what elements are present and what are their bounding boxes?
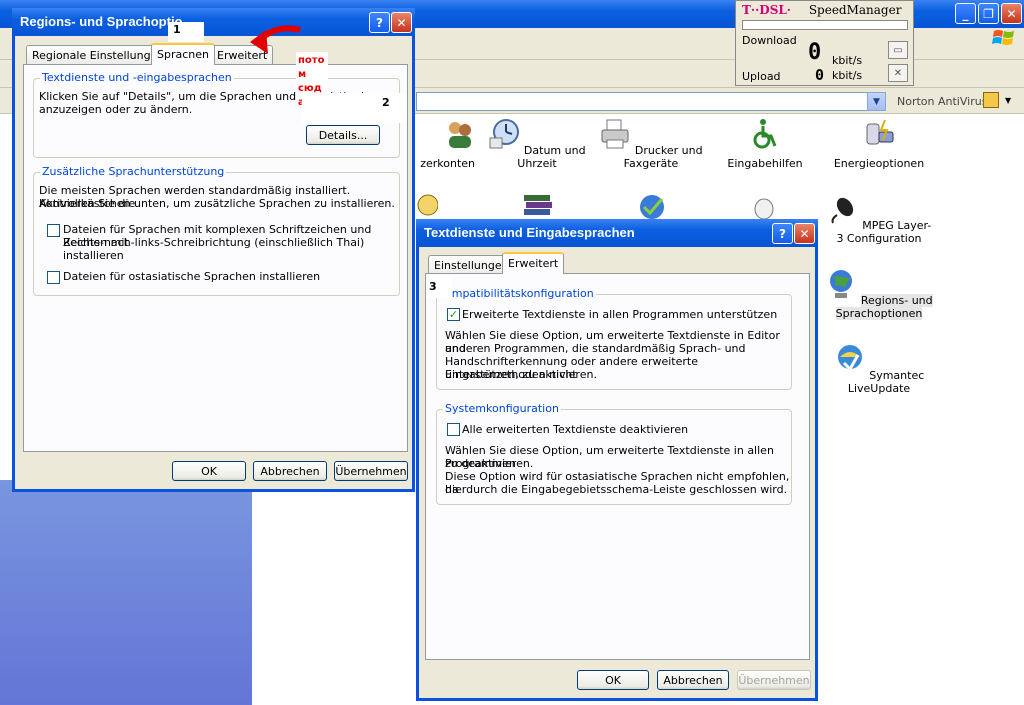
tab-ts-advanced[interactable]: Erweitert xyxy=(502,252,565,274)
liveupdate-icon xyxy=(837,345,862,372)
annotation-box-2 xyxy=(302,93,406,123)
speedmanager-widget: T··DSL· SpeedManager Download Upload ▭ ✕ xyxy=(735,0,914,86)
tab-languages[interactable]: Spracnen xyxy=(151,43,215,65)
clock-icon xyxy=(489,119,520,149)
address-dropdown-button[interactable]: ▼ xyxy=(867,92,886,111)
regional-dialog-titlebar: Regions- und Sprachoptio xyxy=(12,8,415,36)
printer-icon xyxy=(601,119,629,149)
download-value: 0 xyxy=(808,40,822,65)
apply-button[interactable]: Übernehmen xyxy=(334,461,408,481)
mouse-icon xyxy=(754,198,774,219)
speed-progress-bar xyxy=(742,20,908,30)
ts-cancel-button[interactable]: Abbrechen xyxy=(657,670,729,690)
windows-logo-icon xyxy=(992,30,1014,45)
norton-antivirus-label[interactable]: Norton AntiVirus xyxy=(897,95,987,108)
speed-window-button[interactable]: ▭ xyxy=(888,41,908,59)
norton-dropdown-icon[interactable]: ▼ xyxy=(1005,96,1011,105)
address-input[interactable] xyxy=(416,92,886,111)
power-icon xyxy=(866,119,894,145)
regional-options-dialog: Regions- und Sprachoptio ? ✕ Regionale E… xyxy=(12,8,415,492)
text-services-titlebar: Textdienste und Eingabesprachen xyxy=(416,219,818,247)
icon-mpeg-layer3[interactable]: MPEG Layer-3 Configuration xyxy=(824,193,934,245)
minimize-button[interactable]: _ xyxy=(955,3,976,24)
ts-help-button[interactable]: ? xyxy=(772,223,793,244)
details-button[interactable]: Details... xyxy=(306,125,380,145)
download-label: Download xyxy=(742,34,797,47)
regional-close-button[interactable]: ✕ xyxy=(391,12,412,33)
text-services-desc: Klicken Sie auf "Details", um die Sprach… xyxy=(39,90,338,103)
fonts-icon xyxy=(524,195,552,215)
regional-dialog-title: Regions- und Sprachoptio xyxy=(20,14,183,29)
maximize-button[interactable]: ❐ xyxy=(978,3,999,24)
east-asian-checkbox[interactable] xyxy=(47,271,60,284)
folder-options-icon xyxy=(417,194,438,216)
cancel-button[interactable]: Abbrechen xyxy=(253,461,327,481)
icon-accessibility[interactable]: Eingabehilfen xyxy=(710,118,820,170)
red-arrow-icon xyxy=(250,25,301,54)
system-config-group: Systemkonfiguration Alle erweiterten Tex… xyxy=(436,402,792,505)
annotation-number-1: 1 xyxy=(173,23,181,36)
icon-printers[interactable]: Drucker und Faxgeräte xyxy=(596,118,706,170)
norton-icon[interactable] xyxy=(983,92,999,108)
compatibility-group: ompatibilitätskonfiguration ✓ Erweiterte… xyxy=(436,287,792,390)
close-button[interactable]: ✕ xyxy=(1001,3,1022,24)
tab-regional-settings[interactable]: Regionale Einstellungen xyxy=(26,45,171,65)
ts-apply-button[interactable]: Übernehmen xyxy=(737,670,811,690)
annotation-number-3: 3 xyxy=(429,280,437,293)
mpeg-mouse-icon xyxy=(831,197,853,224)
advanced-text-services-checkbox[interactable]: ✓ xyxy=(447,308,460,321)
ok-button[interactable]: OK xyxy=(172,461,246,481)
user-accounts-icon xyxy=(449,122,471,148)
supplemental-language-group: Zusätzliche Sprachunterstützung Die meis… xyxy=(33,165,400,296)
icon-date-time[interactable]: Datum und Uhrzeit xyxy=(482,118,592,170)
ts-close-button[interactable]: ✕ xyxy=(794,223,815,244)
icon-power-options[interactable]: Energieoptionen xyxy=(824,118,934,170)
upload-label: Upload xyxy=(742,70,781,83)
globe-icon xyxy=(830,270,853,298)
upload-value: 0 xyxy=(815,66,825,84)
ts-advanced-tabpage: ompatibilitätskonfiguration ✓ Erweiterte… xyxy=(425,273,810,660)
internet-options-icon xyxy=(640,195,664,219)
speed-close-button[interactable]: ✕ xyxy=(888,64,908,82)
task-pane xyxy=(0,480,252,705)
icon-regional-options[interactable]: Regions- und Sprachoptionen xyxy=(824,268,934,320)
complex-script-checkbox[interactable] xyxy=(47,224,60,237)
ts-ok-button[interactable]: OK xyxy=(577,670,649,690)
disable-text-services-checkbox[interactable] xyxy=(447,423,460,436)
text-services-dialog: Textdienste und Eingabesprachen ? ✕ Eins… xyxy=(416,219,818,701)
icon-symantec-liveupdate[interactable]: Symantec LiveUpdate xyxy=(824,343,934,395)
upload-unit: kbit/s xyxy=(832,69,863,82)
text-services-title: Textdienste und Eingabesprachen xyxy=(424,225,635,240)
accessibility-icon xyxy=(753,119,777,149)
annotation-number-2: 2 xyxy=(382,96,390,109)
download-unit: kbit/s xyxy=(832,54,863,67)
speedmanager-title: T··DSL· SpeedManager xyxy=(742,3,902,17)
help-button[interactable]: ? xyxy=(369,12,390,33)
